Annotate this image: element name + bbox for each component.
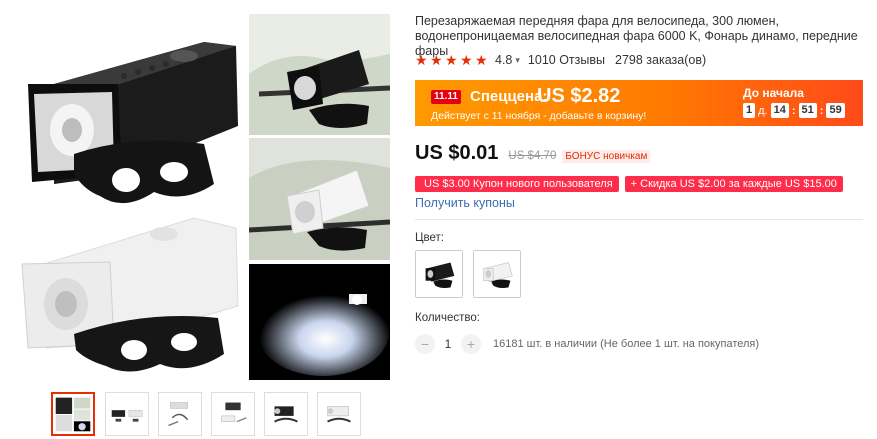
quantity-decrease-button[interactable]: − [415,334,435,354]
star-icon: ★ [430,52,443,68]
rating-row: ★ ★ ★ ★ ★ 4.8 ▾ 1010 Отзывы 2798 заказа(… [415,52,865,68]
store-discount-coupon[interactable]: + Скидка US $2.00 за каждые US $15.00 [624,176,843,192]
thumbnail-4[interactable] [211,392,255,436]
countdown-hours: 14 [770,103,789,118]
thumbnail-2[interactable] [105,392,149,436]
promo-banner: 11.11 Спеццена: US $2.82 Действует с 11 … [415,80,863,126]
get-coupons-link[interactable]: Получить купоны [415,196,515,210]
coupon-row: US $3.00 Купон нового пользователя + Ски… [415,176,843,192]
quantity-stepper: − 1 + 16181 шт. в наличии (Не более 1 шт… [415,334,759,354]
rating-value[interactable]: 4.8 [495,53,512,67]
color-swatches [415,250,521,298]
main-product-image[interactable] [14,14,242,378]
divider [415,219,863,220]
current-price: US $0.01 [415,142,499,164]
star-icon: ★ [460,52,473,68]
sale-badge: 11.11 [431,90,461,104]
star-icon: ★ [415,52,428,68]
promo-subtitle: Действует с 11 ноября - добавьте в корзи… [431,110,647,122]
color-label: Цвет: [415,232,444,244]
thumbnail-3[interactable] [158,392,202,436]
star-icon: ★ [445,52,458,68]
new-user-bonus-badge: БОНУС новичкам [562,150,651,163]
side-image-black-mounted[interactable] [249,14,390,135]
countdown-days-unit: д. [758,104,768,117]
side-image-panels [249,14,390,380]
orders-count: 2798 заказа(ов) [615,53,707,67]
star-rating[interactable]: ★ ★ ★ ★ ★ [415,53,489,67]
stock-availability: 16181 шт. в наличии (Не более 1 шт. на п… [493,338,760,350]
countdown-label: До начала [743,86,804,100]
side-image-white-mounted[interactable] [249,138,390,260]
chevron-down-icon[interactable]: ▾ [515,55,520,66]
promo-price: US $2.82 [537,85,621,107]
color-option-black[interactable] [415,250,463,298]
thumbnail-5[interactable] [264,392,308,436]
star-icon: ★ [475,52,488,68]
countdown-timer: До начала 1 д. 14 : 51 : 59 [743,86,853,122]
new-user-coupon[interactable]: US $3.00 Купон нового пользователя [415,176,619,192]
quantity-increase-button[interactable]: + [461,334,481,354]
countdown-days: 1 [743,103,756,118]
thumbnail-strip [51,392,371,436]
original-price: US $4.70 [508,150,557,162]
price-row: US $0.01 US $4.70 БОНУС новичкам [415,142,651,166]
color-option-white[interactable] [473,250,521,298]
countdown-separator: : [791,104,796,117]
side-image-night-beam[interactable] [249,264,390,380]
promo-label: Спеццена: [470,88,548,105]
thumbnail-6[interactable] [317,392,361,436]
countdown-separator: : [819,104,824,117]
countdown-row: 1 д. 14 : 51 : 59 [743,103,845,118]
countdown-minutes: 51 [798,103,817,118]
countdown-seconds: 59 [826,103,845,118]
thumbnail-1[interactable] [51,392,95,436]
quantity-label: Количество: [415,312,480,324]
quantity-input[interactable]: 1 [435,337,461,351]
reviews-link[interactable]: 1010 Отзывы [528,53,605,67]
